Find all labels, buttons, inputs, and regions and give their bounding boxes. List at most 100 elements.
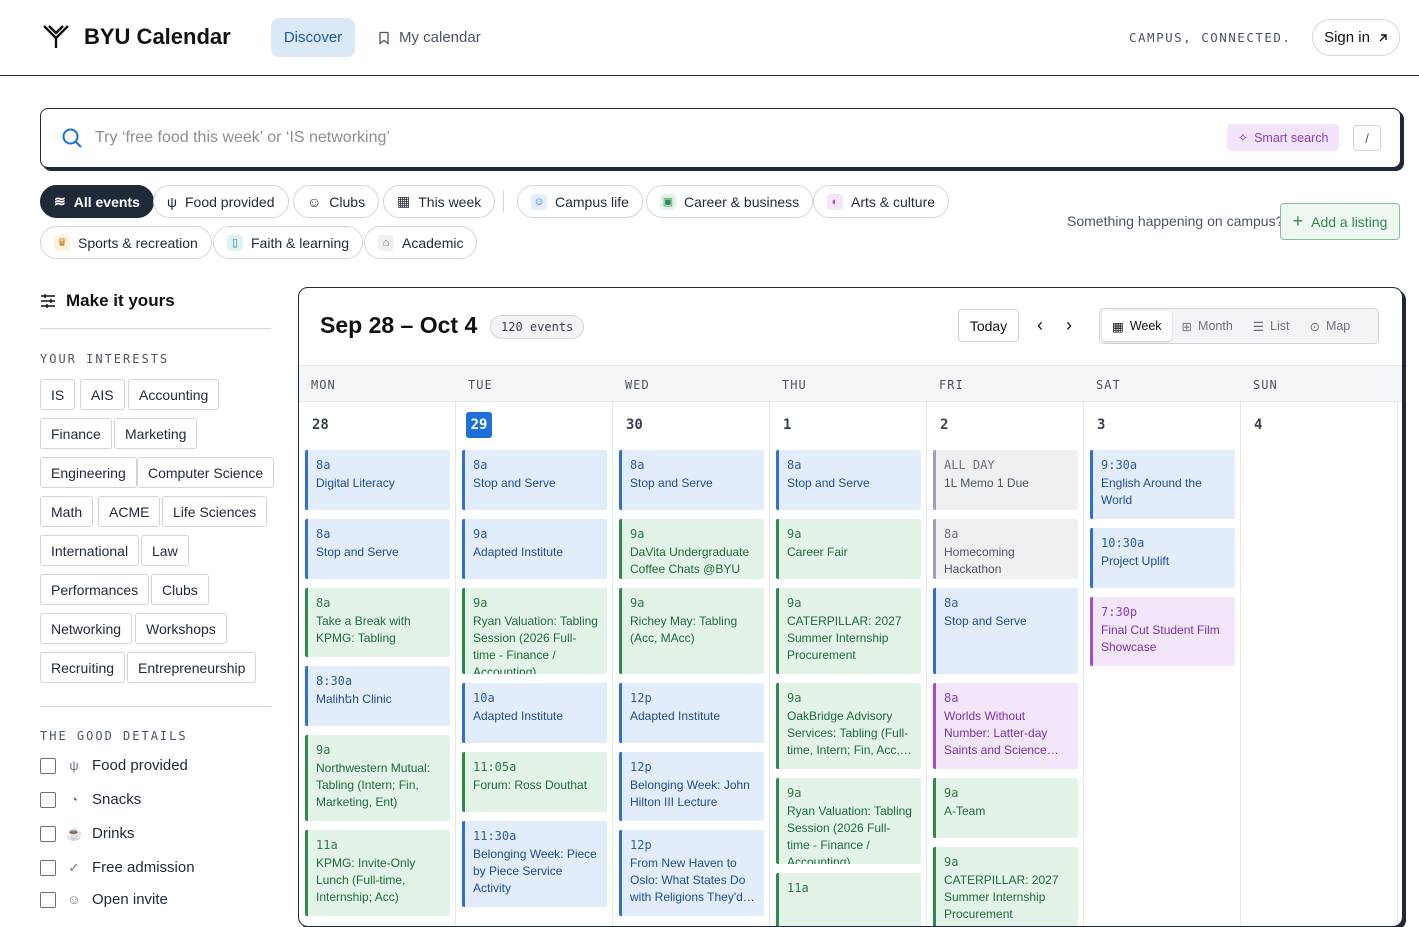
view-week[interactable]: ▦ Week	[1102, 311, 1172, 341]
event-card[interactable]: 8a Worlds Without Number: Latter-day Sain…	[933, 683, 1078, 769]
event-card[interactable]: 8a Stop and Serve	[619, 450, 764, 510]
nav-my-calendar[interactable]: My calendar	[377, 18, 481, 57]
interest-tag[interactable]: Life Sciences	[162, 496, 268, 527]
today-button[interactable]: Today	[958, 309, 1019, 342]
filter-faith-learning[interactable]: ▯ Faith & learning	[213, 226, 364, 259]
event-card[interactable]: 11:05a Forum: Ross Douthat	[462, 752, 607, 812]
event-card[interactable]: 8a Stop and Serve	[776, 450, 921, 510]
detail-option[interactable]: ☕ Drinks	[40, 825, 135, 842]
next-week-icon[interactable]: ›	[1066, 315, 1072, 336]
event-title: A-Team	[944, 804, 986, 818]
filter-this-week[interactable]: ▦ This week	[383, 185, 496, 218]
event-title: English Around the World	[1101, 476, 1202, 507]
nav-discover[interactable]: Discover	[271, 18, 355, 57]
event-card[interactable]: 9a Ryan Valuation: Tabling Session (2026 …	[776, 778, 921, 864]
filter-campus-life[interactable]: ☺ Campus life	[517, 185, 643, 218]
day-column[interactable]: 30 8a Stop and Serve 9a DaVita Undergraduate…	[613, 402, 770, 926]
interest-tag[interactable]: Accounting	[128, 379, 220, 410]
filter-food-provided[interactable]: ψ Food provided	[153, 185, 289, 218]
event-card[interactable]: 9a Career Fair	[776, 519, 921, 579]
interest-tag[interactable]: ACME	[98, 496, 161, 527]
interest-tag[interactable]: Marketing	[114, 418, 198, 449]
event-card[interactable]: 8a Stop and Serve	[305, 519, 450, 579]
event-card[interactable]: 10a Adapted Institute	[462, 683, 607, 743]
event-card[interactable]: 9a Northwestern Mutual: Tabling (Intern; …	[305, 735, 450, 821]
day-column[interactable]: 2 ALL DAY 1L Memo 1 Due 8a Homecoming Hackat…	[927, 402, 1084, 926]
event-card[interactable]: 9a OakBridge Advisory Services: Tabling (…	[776, 683, 921, 769]
sign-in-button[interactable]: Sign in	[1312, 19, 1400, 56]
checkbox[interactable]	[40, 825, 56, 842]
event-card[interactable]: 9a Richey May: Tabling (Acc, MAcc)	[619, 588, 764, 674]
prev-week-icon[interactable]: ‹	[1037, 315, 1043, 336]
event-card[interactable]: 8a Stop and Serve	[462, 450, 607, 510]
event-card[interactable]: 9a A-Team	[933, 778, 1078, 838]
interest-tag[interactable]: IS	[40, 379, 76, 410]
interest-tag[interactable]: Law	[141, 535, 189, 566]
event-card[interactable]: 8a Digital Literacy	[305, 450, 450, 510]
weekday-header: MON TUE WED THU FRI SAT SUN	[299, 365, 1402, 402]
search-input[interactable]	[95, 123, 1095, 153]
event-card[interactable]: 8:30a Malihեh Clinic	[305, 666, 450, 726]
detail-option[interactable]: ◔ Snacks	[40, 791, 141, 808]
event-card[interactable]: 8a Stop and Serve	[933, 588, 1078, 674]
event-card[interactable]: 9a Ryan Valuation: Tabling Session (2026 …	[462, 588, 607, 674]
weekday-name: THU	[782, 378, 807, 392]
filter-all-events[interactable]: ≋ All events	[40, 185, 154, 218]
filter-clubs[interactable]: ☺ Clubs	[293, 185, 380, 218]
smart-search-button[interactable]: ✧ Smart search	[1227, 124, 1339, 151]
event-card[interactable]: 12p From New Haven to Oslo: What States D…	[619, 830, 764, 916]
day-column[interactable]: 29 8a Stop and Serve 9a Adapted Institute 9a R…	[456, 402, 613, 926]
view-list[interactable]: ☰ List	[1243, 311, 1300, 341]
day-column[interactable]: 4	[1241, 402, 1398, 926]
checkbox[interactable]	[40, 757, 56, 774]
view-month[interactable]: ⊞ Month	[1172, 311, 1243, 341]
add-listing-button[interactable]: + Add a listing	[1280, 203, 1400, 240]
event-card[interactable]: 9a DaVita Undergraduate Coffee Chats @BYU	[619, 519, 764, 579]
interest-tag[interactable]: Finance	[40, 418, 112, 449]
event-card[interactable]: 9a CATERPILLAR: 2027 Summer Internship Pr…	[933, 847, 1078, 926]
interest-tag[interactable]: Math	[40, 496, 94, 527]
day-number: 28	[312, 417, 329, 433]
checkbox[interactable]	[40, 859, 56, 876]
event-card[interactable]: 12p Belonging Week: John Hilton III Lectu…	[619, 752, 764, 821]
filter-academic[interactable]: ⌂ Academic	[364, 226, 478, 259]
checkbox[interactable]	[40, 791, 56, 808]
app-logo[interactable]: BYU Calendar	[42, 24, 231, 50]
interest-tag[interactable]: Engineering	[40, 457, 137, 488]
event-card[interactable]: 10:30a Project Uplift	[1090, 528, 1235, 588]
event-card[interactable]: 11a	[776, 873, 921, 926]
filter-sports-recreation[interactable]: ♛ Sports & recreation	[40, 226, 212, 259]
event-card[interactable]: 12p Adapted Institute	[619, 683, 764, 743]
interest-tag[interactable]: AIS	[80, 379, 125, 410]
event-card[interactable]: 8a Homecoming Hackathon	[933, 519, 1078, 579]
interest-tag[interactable]: International	[40, 535, 140, 566]
event-card[interactable]: ALL DAY 1L Memo 1 Due	[933, 450, 1078, 510]
view-map[interactable]: ⊙ Map	[1299, 311, 1360, 341]
event-card[interactable]: 9:30a English Around the World	[1090, 450, 1235, 519]
event-card[interactable]: 11a KPMG: Invite-Only Lunch (Full-time, I…	[305, 830, 450, 916]
detail-option[interactable]: ✓ Free admission	[40, 859, 195, 876]
interest-tag[interactable]: Performances	[40, 574, 150, 605]
event-time: 8a	[944, 691, 959, 705]
filter-arts-culture[interactable]: ◐ Arts & culture	[813, 185, 950, 218]
filter-career-business[interactable]: ▣ Career & business	[646, 185, 814, 218]
event-card[interactable]: 8a Take a Break with KPMG: Tabling	[305, 588, 450, 657]
filter-divider	[503, 190, 504, 212]
interest-tag[interactable]: Networking	[40, 613, 133, 644]
event-card[interactable]: 9a CATERPILLAR: 2027 Summer Internship Pr…	[776, 588, 921, 674]
filter-clubs-label: Clubs	[329, 193, 366, 210]
interest-tag[interactable]: Recruiting	[40, 652, 126, 683]
weekday-name: SUN	[1253, 378, 1278, 392]
interest-tag[interactable]: Computer Science	[137, 457, 275, 488]
interest-tag[interactable]: Workshops	[135, 613, 227, 644]
day-column[interactable]: 1 8a Stop and Serve 9a Career Fair 9a CATERPIL…	[770, 402, 927, 926]
interest-tag[interactable]: Entrepreneurship	[127, 652, 257, 683]
event-card[interactable]: 7:30p Final Cut Student Film Showcase	[1090, 597, 1235, 666]
day-column[interactable]: 3 9:30a English Around the World 10:30a Proj…	[1084, 402, 1241, 926]
detail-option[interactable]: ψ Food provided	[40, 757, 188, 774]
event-card[interactable]: 11:30a Belonging Week: Piece by Piece Ser…	[462, 821, 607, 907]
interest-tag[interactable]: Clubs	[151, 574, 209, 605]
event-card[interactable]: 9a Adapted Institute	[462, 519, 607, 579]
day-column[interactable]: 28 8a Digital Literacy 8a Stop and Serve 8a Ta…	[299, 402, 456, 926]
trophy-icon: ♛	[54, 234, 70, 251]
